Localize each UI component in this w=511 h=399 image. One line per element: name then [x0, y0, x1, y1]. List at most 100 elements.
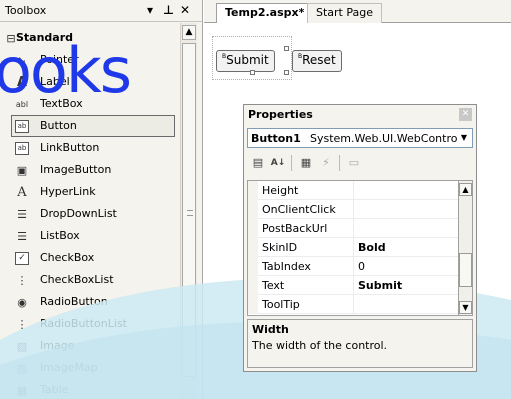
- radiobuttonlist-icon: ⋮: [16, 317, 28, 331]
- hyperlink-icon: A: [17, 184, 27, 200]
- toolbox-item-image[interactable]: ▨ Image: [0, 335, 180, 357]
- column-divider: [353, 295, 354, 314]
- categorized-icon[interactable]: ▤: [249, 154, 267, 172]
- property-value[interactable]: 0: [358, 260, 365, 273]
- description-text: The width of the control.: [252, 339, 388, 352]
- resize-handle[interactable]: [284, 70, 289, 75]
- toolbox-item-radiobuttonlist[interactable]: ⋮ RadioButtonList: [0, 313, 180, 335]
- property-name: ToolTip: [262, 298, 300, 311]
- property-value[interactable]: Bold: [358, 241, 386, 254]
- properties-title: Properties: [248, 108, 313, 121]
- button-icon: ab: [14, 118, 30, 134]
- checkbox-glyph: ✓: [15, 251, 29, 265]
- toolbox-item-label: Table: [40, 383, 69, 396]
- scroll-down-icon[interactable]: ▼: [459, 301, 472, 314]
- toolbox-title: Toolbox: [5, 4, 47, 17]
- row-gutter: [248, 295, 258, 314]
- toolbox-item-label: ImageButton: [40, 163, 112, 176]
- toolbox-title-bar: Toolbox ▾ ⊥ ✕: [0, 0, 202, 22]
- property-value[interactable]: Submit: [358, 279, 402, 292]
- toolbox-item-dropdownlist[interactable]: ☰ DropDownList: [0, 203, 180, 225]
- toolbox-item-label: HyperLink: [40, 185, 96, 198]
- tab-temp2-aspx[interactable]: Temp2.aspx*: [216, 3, 314, 23]
- column-divider: [353, 238, 354, 257]
- column-divider: [353, 181, 354, 200]
- property-row[interactable]: Text Submit: [248, 276, 458, 295]
- alphabetical-icon[interactable]: A↓: [269, 154, 287, 172]
- imagemap-icon: ▨: [16, 361, 28, 375]
- object-type: System.Web.UI.WebContro: [310, 132, 458, 145]
- toolbox-scrollbar[interactable]: ▲: [180, 23, 197, 399]
- toolbar-divider: [291, 155, 292, 171]
- property-grid: Height OnClientClick PostBackUrl SkinID B…: [247, 180, 459, 316]
- row-gutter: [248, 257, 258, 276]
- toolbox-item-radiobutton[interactable]: ◉ RadioButton: [0, 291, 180, 313]
- resize-handle[interactable]: [250, 70, 255, 75]
- column-divider: [353, 219, 354, 238]
- scroll-up-icon[interactable]: ▲: [459, 183, 472, 196]
- scroll-up-icon[interactable]: ▲: [182, 25, 196, 40]
- properties-title-bar[interactable]: Properties ✕: [244, 105, 476, 125]
- chevron-down-icon[interactable]: ▼: [457, 130, 471, 146]
- description-title: Width: [252, 323, 289, 336]
- watermark-text: ooks: [0, 34, 132, 107]
- row-gutter: [248, 276, 258, 295]
- tab-start-page[interactable]: Start Page: [307, 3, 382, 23]
- column-divider: [353, 200, 354, 219]
- property-row[interactable]: ToolTip: [248, 295, 458, 314]
- resize-handle[interactable]: [284, 46, 289, 51]
- close-icon[interactable]: ✕: [459, 108, 472, 121]
- row-gutter: [248, 181, 258, 200]
- submit-button[interactable]: BSubmit: [216, 50, 275, 72]
- toolbox-item-table[interactable]: ▦ Table: [0, 379, 180, 399]
- object-selector[interactable]: Button1 System.Web.UI.WebContro ▼: [247, 128, 473, 148]
- linkbutton-icon: ab: [14, 140, 30, 156]
- events-icon[interactable]: ⚡: [317, 154, 335, 172]
- listbox-icon: ☰: [17, 229, 27, 243]
- column-divider: [353, 276, 354, 295]
- property-row[interactable]: OnClientClick: [248, 200, 458, 219]
- toolbox-item-label: ListBox: [40, 229, 80, 242]
- image-icon: ▨: [16, 339, 28, 353]
- close-icon[interactable]: ✕: [180, 3, 190, 17]
- document-tab-strip: Temp2.aspx* Start Page: [204, 0, 511, 23]
- properties-toolbar: ▤ A↓ ▦ ⚡ ▭: [247, 151, 473, 175]
- property-pages-icon[interactable]: ▭: [345, 154, 363, 172]
- toolbox-item-label: RadioButton: [40, 295, 108, 308]
- property-name: Text: [262, 279, 285, 292]
- property-name: TabIndex: [262, 260, 311, 273]
- toolbar-divider: [339, 155, 340, 171]
- checkboxlist-icon: ⋮: [16, 273, 28, 287]
- property-row[interactable]: PostBackUrl: [248, 219, 458, 238]
- linkbutton-glyph: ab: [15, 141, 29, 155]
- reset-button-label: Reset: [302, 53, 336, 67]
- toolbox-item-checkbox[interactable]: ✓ CheckBox: [0, 247, 180, 269]
- toolbox-item-imagemap[interactable]: ▨ ImageMap: [0, 357, 180, 379]
- scroll-thumb[interactable]: [182, 43, 196, 377]
- toolbox-item-button[interactable]: ab Button: [11, 115, 175, 137]
- toolbox-item-listbox[interactable]: ☰ ListBox: [0, 225, 180, 247]
- property-row[interactable]: SkinID Bold: [248, 238, 458, 257]
- property-name: SkinID: [262, 241, 298, 254]
- toolbox-item-label: Image: [40, 339, 75, 352]
- toolbox-item-linkbutton[interactable]: ab LinkButton: [0, 137, 180, 159]
- reset-button[interactable]: BReset: [292, 50, 342, 72]
- toolbox-item-label: LinkButton: [40, 141, 100, 154]
- row-gutter: [248, 238, 258, 257]
- properties-icon[interactable]: ▦: [297, 154, 315, 172]
- pin-icon[interactable]: ⊥: [163, 3, 174, 17]
- row-gutter: [248, 219, 258, 238]
- toolbox-item-hyperlink[interactable]: A HyperLink: [0, 181, 180, 203]
- toolbox-item-label: ImageMap: [40, 361, 98, 374]
- toolbox-dropdown-icon[interactable]: ▾: [147, 3, 153, 17]
- property-row[interactable]: TabIndex 0: [248, 257, 458, 276]
- toolbox-item-imagebutton[interactable]: ▣ ImageButton: [0, 159, 180, 181]
- description-pane: Width The width of the control.: [247, 319, 473, 368]
- toolbox-item-checkboxlist[interactable]: ⋮ CheckBoxList: [0, 269, 180, 291]
- checkbox-icon: ✓: [14, 250, 30, 266]
- row-gutter: [248, 200, 258, 219]
- property-grid-scrollbar[interactable]: ▲ ▼: [459, 180, 473, 316]
- property-row[interactable]: Height: [248, 181, 458, 200]
- scroll-thumb[interactable]: [459, 253, 472, 287]
- dropdownlist-icon: ☰: [17, 207, 27, 221]
